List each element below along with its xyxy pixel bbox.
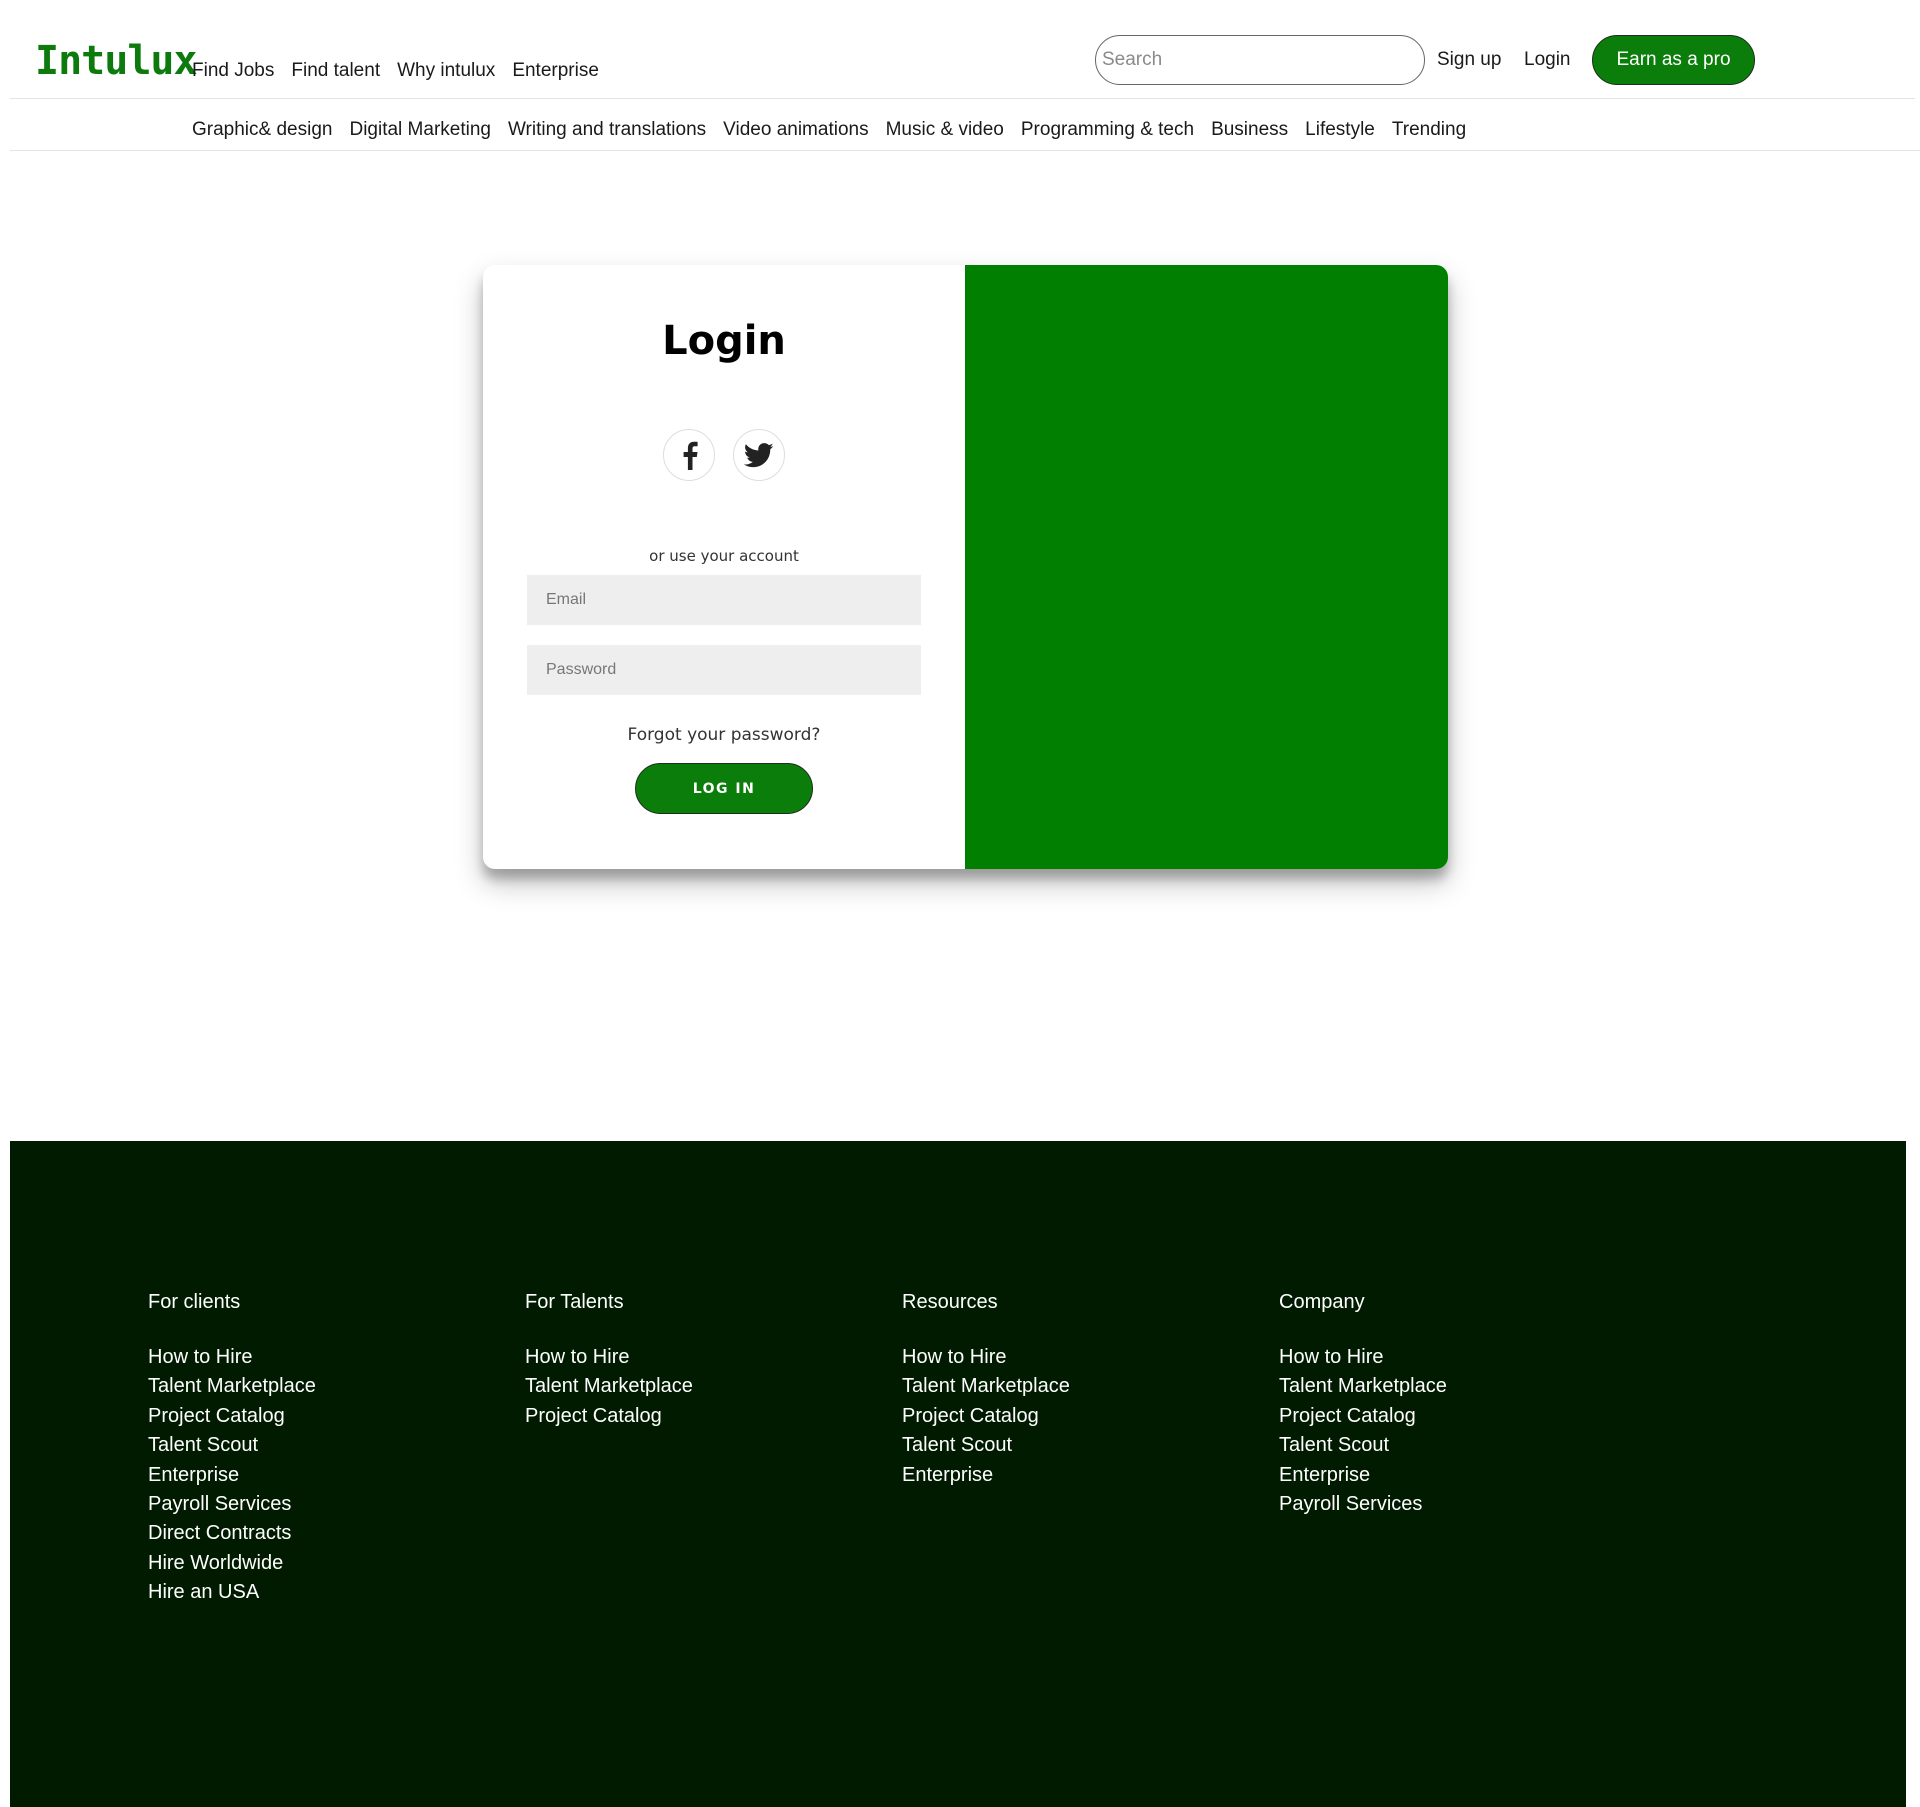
- twitter-icon[interactable]: [733, 429, 785, 481]
- top-bar: Intulux Find Jobs Find talent Why intulu…: [10, 0, 1915, 99]
- category-bar: Graphic& design Digital Marketing Writin…: [10, 99, 1920, 151]
- forgot-password-link[interactable]: Forgot your password?: [483, 725, 965, 745]
- footer-link-how-to-hire[interactable]: How to Hire: [525, 1346, 629, 1368]
- login-title: Login: [662, 318, 786, 364]
- or-use-account-text: or use your account: [649, 547, 799, 565]
- footer-column-for-talents: For Talents How to Hire Talent Marketpla…: [525, 1291, 693, 1431]
- search-input[interactable]: [1095, 35, 1425, 85]
- password-field[interactable]: [527, 645, 921, 695]
- footer-link-talent-marketplace[interactable]: Talent Marketplace: [525, 1375, 693, 1397]
- footer-link-project-catalog[interactable]: Project Catalog: [902, 1405, 1039, 1427]
- category-writing-translations[interactable]: Writing and translations: [508, 119, 706, 141]
- footer-link-how-to-hire[interactable]: How to Hire: [902, 1346, 1006, 1368]
- footer-link-talent-scout[interactable]: Talent Scout: [902, 1434, 1012, 1456]
- footer-link-project-catalog[interactable]: Project Catalog: [148, 1405, 285, 1427]
- category-programming-tech[interactable]: Programming & tech: [1021, 119, 1194, 141]
- footer-column-title: For Talents: [525, 1291, 624, 1313]
- social-login: [483, 429, 965, 481]
- footer-link-how-to-hire[interactable]: How to Hire: [148, 1346, 252, 1368]
- main-nav: Find Jobs Find talent Why intulux Enterp…: [192, 60, 599, 82]
- logo[interactable]: Intulux: [35, 38, 198, 84]
- footer-link-enterprise[interactable]: Enterprise: [1279, 1464, 1370, 1486]
- footer-link-direct-contracts[interactable]: Direct Contracts: [148, 1522, 291, 1544]
- nav-enterprise[interactable]: Enterprise: [512, 60, 599, 82]
- footer-column-for-clients: For clients How to Hire Talent Marketpla…: [148, 1291, 316, 1608]
- footer-column-title: Company: [1279, 1291, 1365, 1313]
- footer-link-project-catalog[interactable]: Project Catalog: [525, 1405, 662, 1427]
- earn-as-pro-button[interactable]: Earn as a pro: [1592, 35, 1755, 85]
- category-business[interactable]: Business: [1211, 119, 1288, 141]
- email-field[interactable]: [527, 575, 921, 625]
- footer-link-talent-marketplace[interactable]: Talent Marketplace: [902, 1375, 1070, 1397]
- footer-link-hire-worldwide[interactable]: Hire Worldwide: [148, 1552, 283, 1574]
- footer-link-payroll-services[interactable]: Payroll Services: [1279, 1493, 1422, 1515]
- green-panel: [965, 265, 1448, 869]
- footer-link-enterprise[interactable]: Enterprise: [148, 1464, 239, 1486]
- footer-column-title: Resources: [902, 1291, 998, 1313]
- category-graphic-design[interactable]: Graphic& design: [192, 119, 332, 141]
- nav-why-intulux[interactable]: Why intulux: [397, 60, 495, 82]
- login-card: Login or use your account Forgot your pa…: [483, 265, 1448, 869]
- nav-find-jobs[interactable]: Find Jobs: [192, 60, 274, 82]
- footer-link-talent-scout[interactable]: Talent Scout: [148, 1434, 258, 1456]
- category-video-animations[interactable]: Video animations: [723, 119, 868, 141]
- footer-link-hire-an-usa[interactable]: Hire an USA: [148, 1581, 259, 1603]
- facebook-icon[interactable]: [663, 429, 715, 481]
- category-digital-marketing[interactable]: Digital Marketing: [349, 119, 491, 141]
- footer-link-talent-marketplace[interactable]: Talent Marketplace: [1279, 1375, 1447, 1397]
- footer-column-title: For clients: [148, 1291, 241, 1313]
- nav-find-talent[interactable]: Find talent: [291, 60, 380, 82]
- category-lifestyle[interactable]: Lifestyle: [1305, 119, 1375, 141]
- footer-link-talent-scout[interactable]: Talent Scout: [1279, 1434, 1389, 1456]
- login-link[interactable]: Login: [1524, 49, 1571, 71]
- login-form: Login or use your account Forgot your pa…: [483, 265, 965, 869]
- footer-column-resources: Resources How to Hire Talent Marketplace…: [902, 1291, 1070, 1490]
- footer-link-how-to-hire[interactable]: How to Hire: [1279, 1346, 1383, 1368]
- footer-link-payroll-services[interactable]: Payroll Services: [148, 1493, 291, 1515]
- footer-link-enterprise[interactable]: Enterprise: [902, 1464, 993, 1486]
- footer-link-project-catalog[interactable]: Project Catalog: [1279, 1405, 1416, 1427]
- log-in-button[interactable]: LOG IN: [635, 763, 813, 814]
- signup-link[interactable]: Sign up: [1437, 49, 1501, 71]
- footer: For clients How to Hire Talent Marketpla…: [10, 1141, 1906, 1807]
- footer-column-company: Company How to Hire Talent Marketplace P…: [1279, 1291, 1447, 1519]
- category-trending[interactable]: Trending: [1392, 119, 1466, 141]
- category-music-video[interactable]: Music & video: [886, 119, 1004, 141]
- category-nav: Graphic& design Digital Marketing Writin…: [192, 119, 1466, 141]
- footer-link-talent-marketplace[interactable]: Talent Marketplace: [148, 1375, 316, 1397]
